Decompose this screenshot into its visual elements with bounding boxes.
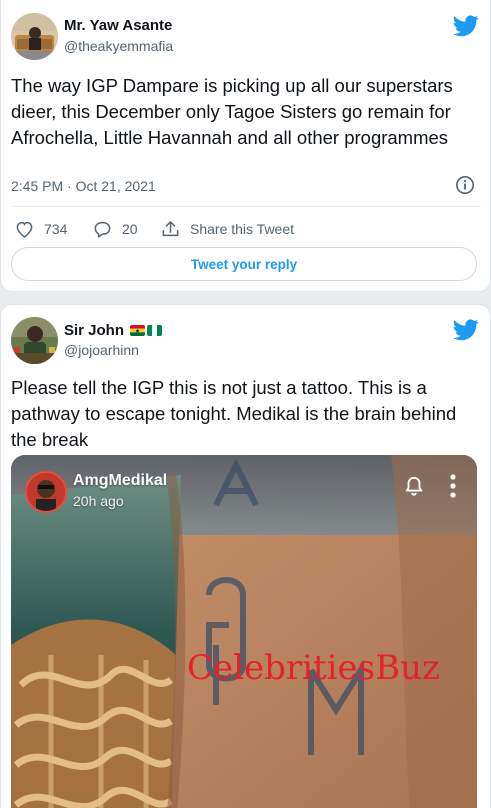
ghana-flag-icon [130, 325, 146, 336]
author-avatar[interactable] [11, 13, 58, 60]
heart-icon [16, 221, 33, 238]
nigeria-flag-icon [147, 325, 163, 336]
watermark-text: CelebritiesBuz [187, 648, 440, 688]
tweet-your-reply-button[interactable]: Tweet your reply [11, 247, 477, 281]
share-icon [162, 221, 179, 237]
tweet-text: The way IGP Dampare is picking up all ou… [11, 75, 453, 148]
author-name-row[interactable]: Sir John [64, 322, 163, 339]
author-name[interactable]: Sir John [64, 322, 124, 339]
bell-icon [405, 476, 423, 496]
reply-icon [94, 221, 111, 238]
twitter-bird-icon[interactable] [453, 319, 479, 341]
author-handle[interactable]: @jojoarhinn [64, 342, 139, 358]
author-handle[interactable]: @theakyemmafia [64, 38, 173, 54]
share-action[interactable]: Share this Tweet [161, 219, 294, 239]
more-vertical-icon [450, 474, 456, 498]
reply-count: 20 [122, 221, 138, 237]
tweet-timestamp[interactable]: 2:45 PM · Oct 21, 2021 [11, 178, 156, 194]
share-label: Share this Tweet [190, 221, 295, 237]
story-avatar [25, 471, 67, 513]
author-name[interactable]: Mr. Yaw Asante [64, 17, 172, 34]
story-time: 20h ago [73, 493, 124, 509]
tweet-text: Please tell the IGP this is not just a t… [11, 377, 457, 450]
author-avatar[interactable] [11, 317, 58, 364]
tweet-media-photo[interactable]: AmgMedikal 20h ago CelebritiesBuz [11, 455, 477, 808]
tweet-card: Sir John @jojoarhinn Please tell the IGP… [0, 304, 491, 808]
like-count: 734 [44, 221, 68, 237]
story-username: AmgMedikal [73, 472, 168, 489]
tweet-card: Mr. Yaw Asante @theakyemmafia The way IG… [0, 0, 491, 292]
divider [11, 206, 481, 207]
info-icon[interactable] [455, 175, 475, 195]
reply-action[interactable]: 20 [93, 219, 138, 239]
twitter-bird-icon[interactable] [453, 15, 479, 37]
like-action[interactable]: 734 [15, 219, 67, 239]
